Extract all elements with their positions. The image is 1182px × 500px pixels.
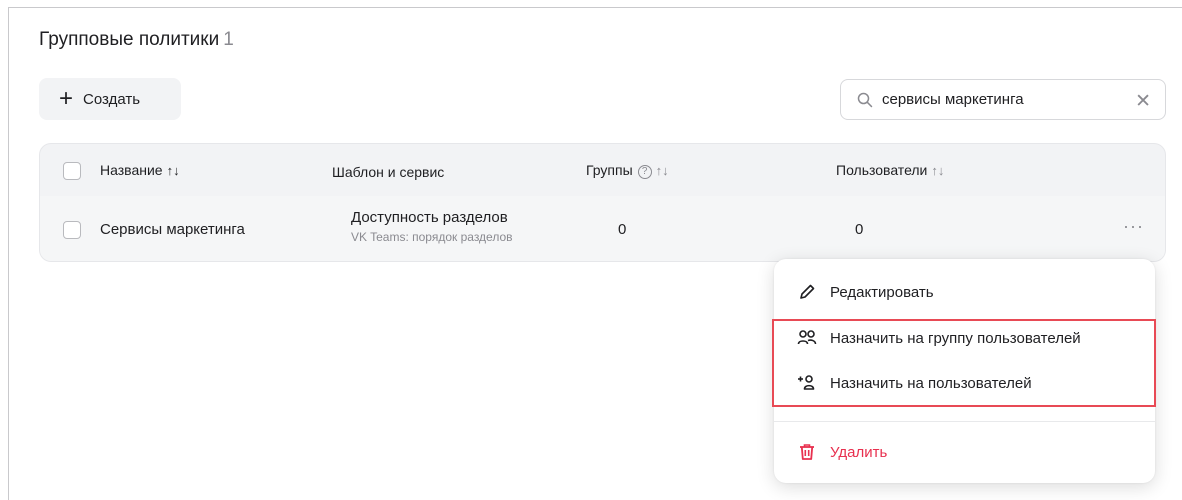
policy-template: Доступность разделов VK Teams: порядок р… <box>351 209 513 244</box>
users-group-icon <box>796 327 818 349</box>
pencil-icon <box>796 281 818 303</box>
menu-item-edit[interactable]: Редактировать <box>796 281 934 303</box>
menu-item-assign-users[interactable]: Назначить на пользователей <box>796 372 1032 394</box>
page-title: Групповые политики 1 <box>39 29 234 51</box>
clear-search-icon[interactable]: ✕ <box>1135 90 1151 113</box>
table-row[interactable]: Сервисы маркетинга Доступность разделов … <box>40 196 1165 261</box>
search-value: сервисы маркетинга <box>882 91 1024 108</box>
groups-count: 0 <box>618 221 627 238</box>
sort-icon[interactable]: ↑↓ <box>656 163 669 178</box>
service-name: VK Teams: порядок разделов <box>351 230 513 244</box>
table-header: Название ↑↓ Шаблон и сервис Группы? ↑↓ Пол… <box>40 144 1165 196</box>
policy-name[interactable]: Сервисы маркетинга <box>100 221 245 238</box>
trash-icon <box>796 441 818 463</box>
column-header-users[interactable]: Пользователи ↑↓ <box>836 162 944 178</box>
column-header-groups[interactable]: Группы? ↑↓ <box>586 162 669 179</box>
menu-item-delete-label: Удалить <box>830 443 888 461</box>
plus-icon: + <box>59 85 74 112</box>
sort-icon[interactable]: ↑↓ <box>931 163 944 178</box>
select-all-checkbox[interactable] <box>63 162 81 180</box>
policy-count: 1 <box>223 29 234 50</box>
page-title-text: Групповые политики <box>39 29 220 50</box>
help-icon[interactable]: ? <box>637 165 652 179</box>
column-groups-label: Группы <box>586 162 633 178</box>
search-input[interactable]: сервисы маркетинга ✕ <box>840 79 1166 120</box>
template-name: Доступность разделов <box>351 209 508 226</box>
column-name-label: Название <box>100 162 163 178</box>
sort-icon[interactable]: ↑↓ <box>167 163 180 178</box>
column-header-template: Шаблон и сервис <box>332 164 444 180</box>
row-checkbox[interactable] <box>63 221 81 239</box>
users-count: 0 <box>855 221 864 238</box>
menu-item-assign-users-label: Назначить на пользователей <box>830 374 1032 392</box>
context-menu: Редактировать Назначить на группу пользо… <box>774 259 1155 483</box>
menu-item-assign-group-label: Назначить на группу пользователей <box>830 329 1081 347</box>
menu-divider <box>774 421 1155 422</box>
more-actions-icon[interactable]: ··· <box>1123 216 1144 237</box>
create-button[interactable]: + Создать <box>39 78 181 120</box>
policies-table: Название ↑↓ Шаблон и сервис Группы? ↑↓ Пол… <box>39 143 1166 262</box>
menu-item-delete[interactable]: Удалить <box>796 441 887 463</box>
create-button-label: Создать <box>83 90 141 108</box>
menu-item-assign-group[interactable]: Назначить на группу пользователей <box>796 327 1081 349</box>
column-users-label: Пользователи <box>836 162 928 178</box>
user-add-icon <box>796 372 818 394</box>
menu-item-edit-label: Редактировать <box>830 283 934 301</box>
column-header-name[interactable]: Название ↑↓ <box>100 162 180 178</box>
column-template-label: Шаблон и сервис <box>332 164 445 180</box>
search-icon <box>857 92 873 107</box>
